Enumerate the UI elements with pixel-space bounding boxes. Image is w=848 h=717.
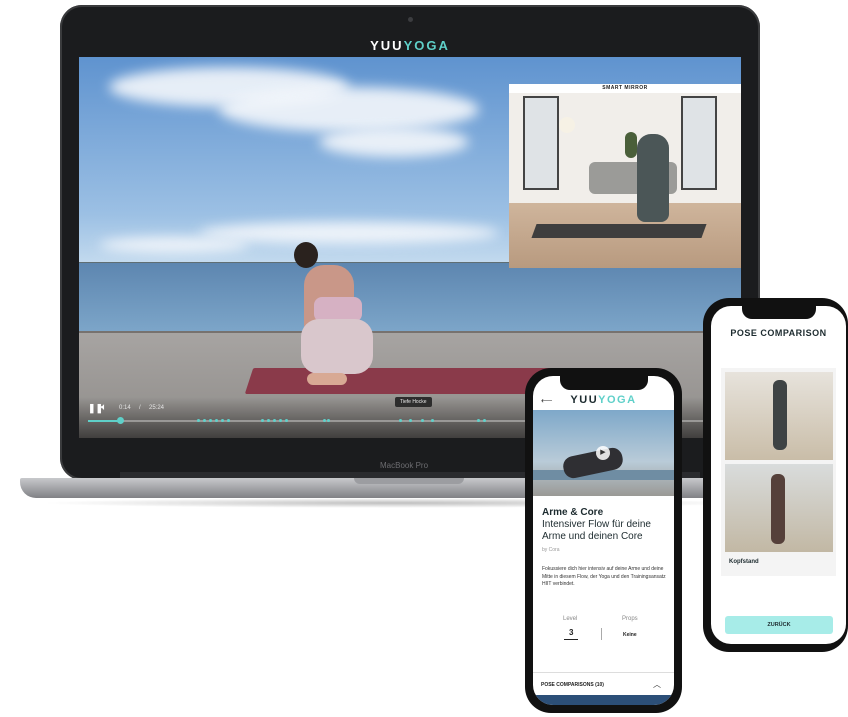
bottom-bar [533,695,674,705]
chevron-up-icon[interactable]: ︿ [653,679,661,690]
cloud [99,237,249,253]
class-title: Arme & Core [542,507,604,518]
smart-mirror-panel[interactable]: SMART MIRROR [509,84,741,268]
model-label: MacBook Pro [380,461,429,470]
instructor-head [294,242,318,268]
back-button[interactable]: ZURÜCK [725,616,833,634]
lamp-icon [559,117,575,133]
pose-marker[interactable] [327,419,330,422]
class-subtitle: Intensiver Flow für deine Arme und deine… [542,519,651,542]
pose-marker[interactable] [483,419,486,422]
instructor-feet [307,373,347,385]
pose-marker[interactable] [227,419,230,422]
app-logo: YUUYOGA [570,394,637,406]
pose-marker[interactable] [421,419,424,422]
pose-marker[interactable] [267,419,270,422]
headstand-figure [773,380,787,450]
smart-mirror-label: SMART MIRROR [509,84,741,93]
user-pose-image [725,464,833,552]
class-author: by Cora [542,547,560,553]
pose-marker[interactable] [221,419,224,422]
pose-marker[interactable] [279,419,282,422]
laptop-notch [354,478,464,484]
pose-marker[interactable] [261,419,264,422]
arrow-left-icon[interactable]: ⟵ [541,396,552,405]
time-total: 25:24 [149,405,165,411]
instructor-legs [301,319,373,374]
pose-name: Kopfstand [729,559,759,565]
pose-marker[interactable] [323,419,326,422]
pose-marker[interactable] [431,419,434,422]
pose-marker[interactable] [215,419,218,422]
volume-icon[interactable]: 🔈︎ [101,402,107,413]
play-icon[interactable]: ▶ [596,446,610,460]
camera-icon [408,17,413,22]
time-separator: / [139,405,141,411]
plant-icon [625,132,637,158]
mirror-window [681,96,717,190]
level-value: 3 [569,628,574,637]
pose-marker[interactable] [409,419,412,422]
pose-tooltip: Tiefe Hocke [395,397,432,407]
class-description: Fokussiere dich hier intensiv auf deine … [542,566,666,587]
progress-handle[interactable] [117,417,124,424]
yoga-mat [244,368,554,394]
level-underline [564,639,578,640]
pose-marker[interactable] [273,419,276,422]
progress-fill [88,420,120,422]
pose-comparisons-toggle[interactable]: POSE COMPARISONS (10) [541,682,604,688]
phone-notch [560,376,648,390]
pose-marker[interactable] [197,419,200,422]
mirror-rug [531,224,707,238]
pose-marker[interactable] [209,419,212,422]
phone-notch [742,306,816,319]
app-logo: YUUYOGA [370,38,450,53]
reference-pose-image [725,372,833,460]
cloud [219,87,479,132]
page-title: POSE COMPARISON [730,328,827,338]
class-detail-screen: YUUYOGA ⟵ ▶ Arme & Core Intensiver Flow … [533,376,674,705]
user-reflection [637,134,669,222]
props-label: Props [622,616,638,622]
pose-comparison-screen: POSE COMPARISON Kopfstand ZURÜCK [711,306,846,644]
mirror-window [523,96,559,190]
headstand-figure [771,474,785,544]
video-sea [79,263,741,335]
pose-marker[interactable] [399,419,402,422]
pose-marker[interactable] [285,419,288,422]
pose-marker[interactable] [477,419,480,422]
divider [533,672,674,673]
divider [601,628,602,640]
props-value: Keine [623,632,637,638]
cloud [199,222,499,244]
level-label: Level [563,616,578,622]
time-current: 0:14 [119,405,131,411]
cloud [319,127,469,157]
pose-marker[interactable] [203,419,206,422]
